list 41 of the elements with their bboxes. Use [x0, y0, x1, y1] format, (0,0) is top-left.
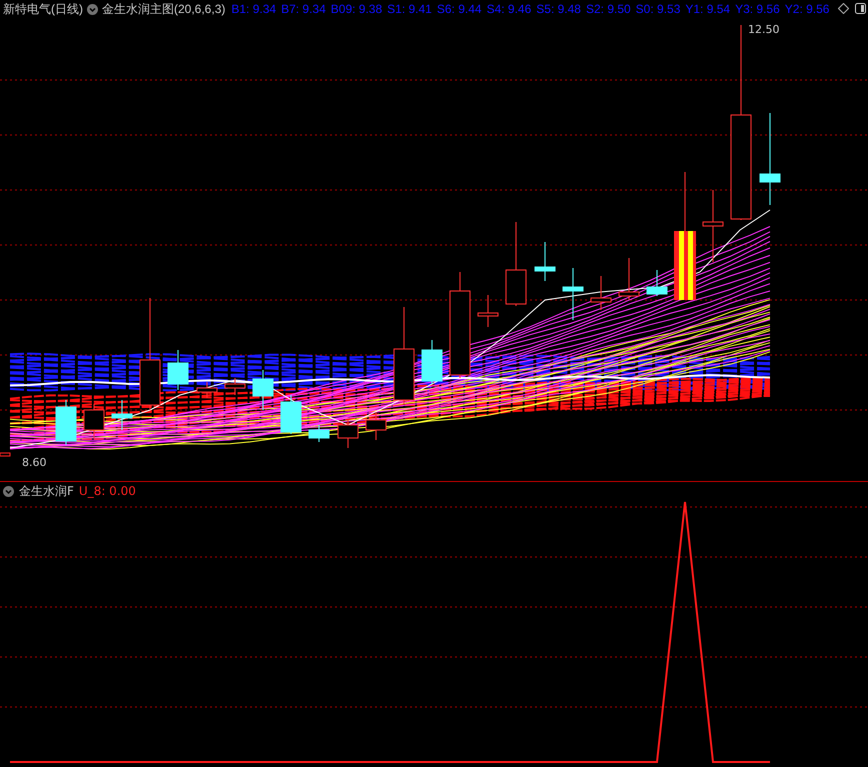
indicator-name: 金生水润F — [19, 482, 74, 500]
indicator-value: S5: 9.48 — [536, 2, 581, 16]
panel-icon[interactable] — [855, 3, 866, 14]
dropdown-icon[interactable] — [87, 4, 98, 14]
indicator-value: B1: 9.34 — [231, 2, 276, 16]
candlestick — [308, 424, 330, 442]
candlestick — [168, 350, 188, 390]
candlestick — [224, 378, 246, 396]
candlestick — [646, 270, 668, 296]
indicator-value: S2: 9.50 — [586, 2, 631, 16]
candlestick — [366, 412, 386, 440]
indicator-value: Y3: 9.56 — [735, 2, 780, 16]
indicator-value: Y2: 9.56 — [784, 2, 830, 16]
high-price-label: 12.50 — [748, 23, 780, 36]
candlestick — [84, 404, 104, 438]
candlestick — [478, 294, 498, 328]
low-price-label: 8.60 — [22, 456, 46, 469]
indicator-value: U_8: 0.00 — [78, 484, 136, 498]
candlestick — [280, 394, 302, 434]
indicator-name: 金生水润主图(20,6,6,3) — [102, 0, 226, 18]
candlestick — [56, 400, 76, 446]
candlestick — [196, 382, 218, 398]
indicator-value: S4: 9.46 — [486, 2, 532, 16]
candlestick — [422, 340, 442, 384]
low-marker-icon — [0, 452, 10, 456]
candlestick — [338, 420, 358, 448]
stock-title: 新特电气(日线) — [3, 0, 83, 18]
candlestick — [618, 258, 640, 300]
candlestick — [590, 276, 612, 310]
indicator-value: S1: 9.41 — [387, 2, 432, 16]
indicator-value: S6: 9.44 — [436, 2, 482, 16]
indicator-value: S0: 9.53 — [636, 2, 680, 16]
candlestick — [534, 242, 556, 282]
candlestick — [252, 370, 274, 410]
candlestick — [562, 268, 584, 320]
indicator-value: B09: 9.38 — [330, 2, 382, 16]
candlestick — [112, 400, 132, 430]
indicator-value: Y1: 9.54 — [685, 2, 730, 16]
indicator-value: B7: 9.34 — [281, 2, 326, 16]
dropdown-icon[interactable] — [3, 486, 14, 496]
diamond-icon[interactable] — [838, 3, 849, 14]
